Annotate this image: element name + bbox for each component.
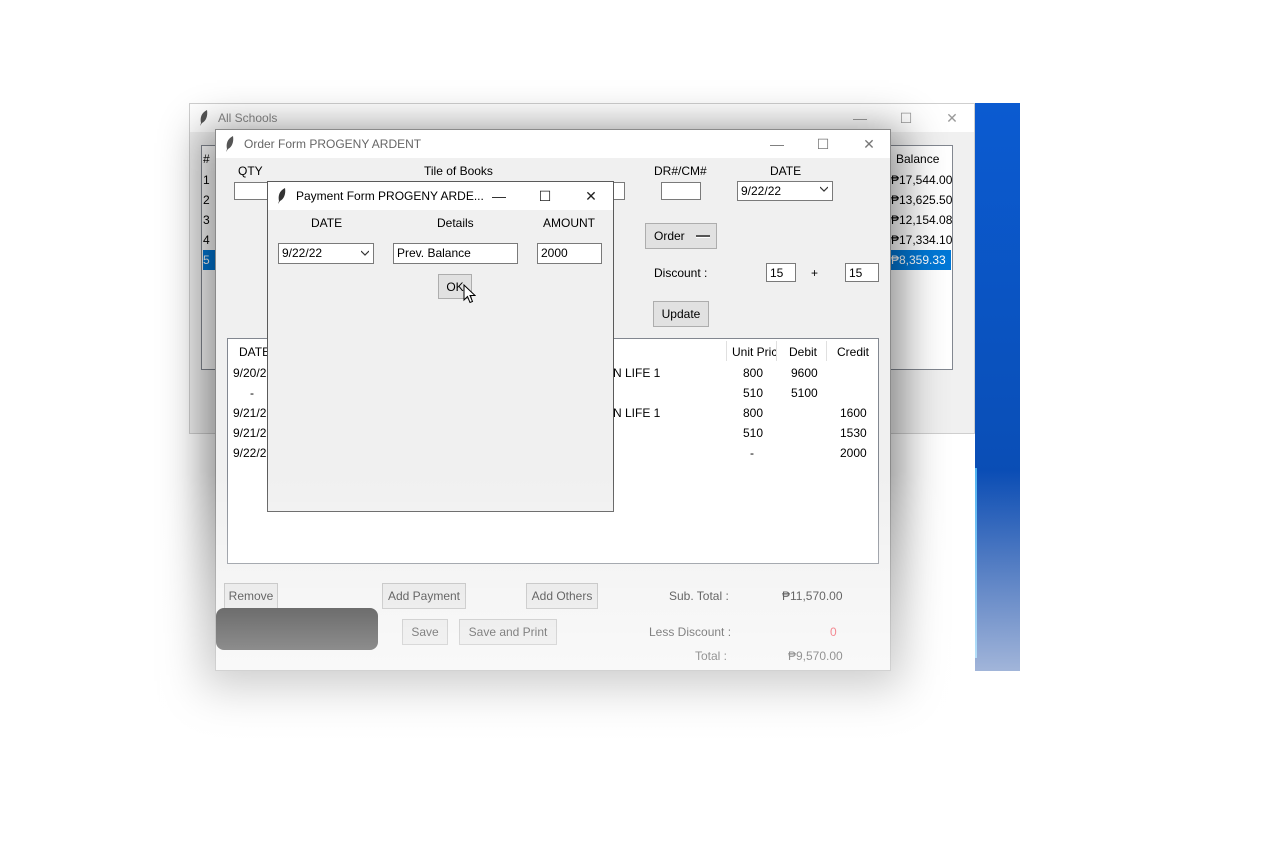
row-unit-price: 510	[743, 386, 764, 400]
payment-date-value: 9/22/22	[282, 246, 323, 260]
column-header-balance[interactable]: Balance	[896, 152, 939, 166]
row-date: 9/21/2	[233, 426, 267, 440]
row-balance: ₱8,359.33	[891, 253, 946, 267]
row-date: -	[250, 386, 254, 400]
row-unit-price: 800	[743, 406, 764, 420]
feather-icon	[278, 188, 286, 204]
subtotal-value: ₱11,570.00	[782, 589, 843, 603]
add-payment-button[interactable]: Add Payment	[382, 583, 466, 609]
books-label: Tile of Books	[424, 164, 493, 178]
payment-date-header: DATE	[311, 216, 343, 230]
row-number: 1	[203, 173, 210, 187]
date-label: DATE	[770, 164, 802, 178]
row-unit-price: 510	[743, 426, 764, 440]
save-button[interactable]: Save	[402, 619, 448, 645]
less-discount-value: 0	[830, 625, 837, 639]
row-credit: 1600	[840, 406, 867, 420]
mouse-cursor-icon	[463, 284, 476, 304]
remove-button[interactable]: Remove	[224, 583, 278, 609]
row-debit: 5100	[791, 386, 818, 400]
add-others-button[interactable]: Add Others	[526, 583, 598, 609]
close-icon[interactable]: ✕	[846, 130, 892, 158]
subtotal-label: Sub. Total :	[669, 589, 729, 603]
row-title: N LIFE 1	[613, 406, 661, 420]
option-indicator-icon	[696, 235, 710, 238]
discount2-input[interactable]: 15	[845, 263, 879, 282]
update-button[interactable]: Update	[653, 301, 709, 327]
total-label: Total :	[695, 649, 728, 663]
close-icon[interactable]: ✕	[929, 104, 975, 132]
discount-label: Discount :	[654, 266, 708, 280]
minimize-icon[interactable]: —	[476, 182, 522, 210]
column-header-unit-price[interactable]: Unit Pric	[732, 345, 777, 359]
order-date-value: 9/22/22	[741, 184, 782, 198]
column-header-num[interactable]: #	[203, 152, 210, 166]
feather-icon	[226, 136, 234, 152]
minimize-icon[interactable]: —	[837, 104, 883, 132]
row-unit-price: 800	[743, 366, 764, 380]
column-divider	[776, 341, 777, 361]
total-value: ₱9,570.00	[788, 649, 843, 663]
maximize-icon[interactable]: ☐	[883, 104, 929, 132]
discount1-input[interactable]: 15	[766, 263, 796, 282]
feather-icon	[200, 110, 208, 126]
dr-input[interactable]	[661, 182, 701, 200]
maximize-icon[interactable]: ☐	[522, 182, 568, 210]
qty-label: QTY	[238, 164, 263, 178]
row-unit-price: -	[750, 446, 754, 460]
minimize-icon[interactable]: —	[754, 130, 800, 158]
row-balance: ₱17,544.00	[891, 173, 953, 187]
payment-form-window: Payment Form PROGENY ARDE... — ☐ ✕ DATE …	[267, 181, 614, 512]
all-schools-title: All Schools	[218, 111, 278, 125]
row-date: 9/22/2	[233, 446, 267, 460]
payment-form-titlebar[interactable]: Payment Form PROGENY ARDE... — ☐ ✕	[268, 182, 613, 210]
column-header-debit[interactable]: Debit	[789, 345, 817, 359]
save-and-print-button[interactable]: Save and Print	[459, 619, 557, 645]
maximize-icon[interactable]: ☐	[800, 130, 846, 158]
row-credit: 1530	[840, 426, 867, 440]
row-balance: ₱13,625.50	[891, 193, 953, 207]
row-number: 5	[203, 253, 210, 267]
row-number: 3	[203, 213, 210, 227]
order-option-label: Order	[654, 229, 685, 243]
payment-amount-input[interactable]: 2000	[537, 243, 602, 264]
column-header-credit[interactable]: Credit	[837, 345, 869, 359]
chevron-down-icon[interactable]	[361, 249, 369, 257]
order-form-titlebar[interactable]: Order Form PROGENY ARDENT — ☐ ✕	[216, 130, 890, 158]
row-number: 2	[203, 193, 210, 207]
payment-details-input[interactable]: Prev. Balance	[393, 243, 518, 264]
row-date: 9/21/2	[233, 406, 267, 420]
row-debit: 9600	[791, 366, 818, 380]
payment-form-title: Payment Form PROGENY ARDE...	[296, 189, 484, 203]
chevron-down-icon[interactable]	[820, 185, 828, 193]
row-title: N LIFE 1	[613, 366, 661, 380]
column-divider	[826, 341, 827, 361]
row-number: 4	[203, 233, 210, 247]
payment-date-combobox[interactable]: 9/22/22	[278, 243, 374, 264]
row-date: 9/20/2	[233, 366, 267, 380]
row-balance: ₱17,334.10	[891, 233, 953, 247]
payment-details-header: Details	[437, 216, 474, 230]
payment-amount-header: AMOUNT	[543, 216, 595, 230]
desktop-wallpaper	[975, 103, 1020, 671]
column-divider	[726, 341, 727, 361]
redacted-block	[216, 608, 378, 650]
less-discount-label: Less Discount :	[649, 625, 732, 639]
plus-sign: +	[811, 266, 819, 280]
row-balance: ₱12,154.08	[891, 213, 953, 227]
dr-label: DR#/CM#	[654, 164, 707, 178]
order-date-combobox[interactable]: 9/22/22	[737, 181, 833, 201]
close-icon[interactable]: ✕	[568, 182, 614, 210]
row-credit: 2000	[840, 446, 867, 460]
column-header-date[interactable]: DATE	[239, 345, 270, 359]
all-schools-titlebar[interactable]: All Schools — ☐ ✕	[190, 104, 974, 132]
order-option-menu[interactable]: Order	[645, 223, 717, 249]
wallpaper-window-logo	[975, 468, 977, 658]
order-form-title: Order Form PROGENY ARDENT	[244, 137, 422, 151]
